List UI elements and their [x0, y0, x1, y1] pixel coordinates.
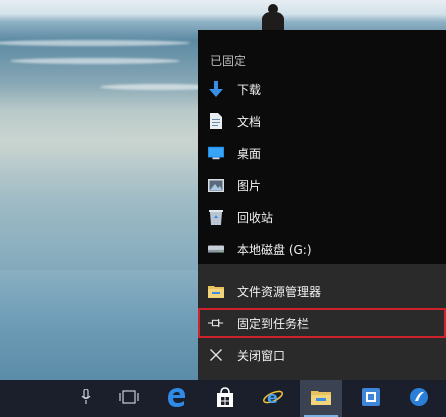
pinned-item-downloads[interactable]: 下载	[198, 74, 446, 104]
pinned-item-local-disk[interactable]: 本地磁盘 (G:)	[198, 234, 446, 264]
store-icon	[216, 386, 234, 411]
task-view-icon	[119, 389, 139, 408]
jump-list: 已固定 下载 文档 桌面 图片 回收站 本地磁盘 (G:) 文件资源管理器 固定…	[198, 30, 446, 380]
svg-text:e: e	[267, 388, 278, 407]
app-icon	[361, 387, 381, 411]
edge-icon	[167, 387, 187, 411]
item-label: 关闭窗口	[237, 348, 286, 363]
surfer-silhouette	[258, 4, 288, 30]
action-file-explorer[interactable]: 文件资源管理器	[198, 276, 446, 306]
store-button[interactable]	[204, 380, 246, 417]
pinned-item-pictures[interactable]: 图片	[198, 170, 446, 200]
item-label: 文件资源管理器	[237, 284, 322, 299]
desktop-icon	[208, 145, 224, 161]
action-close-window[interactable]: 关闭窗口	[198, 340, 446, 370]
wet-sand	[0, 150, 220, 270]
item-label: 回收站	[237, 210, 274, 225]
app-blue-icon	[409, 387, 429, 411]
app-button[interactable]	[350, 380, 392, 417]
pinned-item-recycle-bin[interactable]: 回收站	[198, 202, 446, 232]
item-label: 下载	[237, 82, 262, 97]
internet-explorer-icon: e	[262, 387, 284, 411]
close-icon	[208, 347, 224, 363]
action-pin-to-taskbar[interactable]: 固定到任务栏	[198, 308, 446, 338]
internet-explorer-button[interactable]: e	[252, 380, 294, 417]
item-label: 图片	[237, 178, 262, 193]
section-title: 已固定	[210, 54, 247, 68]
pin-icon	[208, 315, 224, 331]
task-view-button[interactable]	[108, 380, 150, 417]
edge-button[interactable]	[156, 380, 198, 417]
file-explorer-icon	[208, 283, 224, 299]
item-label: 固定到任务栏	[237, 316, 310, 331]
file-explorer-icon	[311, 389, 331, 409]
wave-foam	[0, 40, 190, 46]
pinned-item-documents[interactable]: 文档	[198, 106, 446, 136]
file-explorer-taskbar-button[interactable]	[300, 380, 342, 417]
microphone-button[interactable]	[66, 380, 106, 417]
recycle-bin-icon	[208, 209, 224, 225]
microphone-icon	[81, 387, 91, 409]
pictures-icon	[208, 177, 224, 193]
download-arrow-icon	[208, 81, 224, 97]
app-blue-button[interactable]	[398, 380, 440, 417]
taskbar: e	[0, 380, 446, 417]
item-label: 桌面	[237, 146, 262, 161]
wave-foam	[10, 58, 180, 64]
item-label: 文档	[237, 114, 262, 129]
pinned-item-desktop[interactable]: 桌面	[198, 138, 446, 168]
document-icon	[208, 113, 224, 129]
item-label: 本地磁盘 (G:)	[237, 242, 312, 257]
drive-icon	[208, 241, 224, 257]
